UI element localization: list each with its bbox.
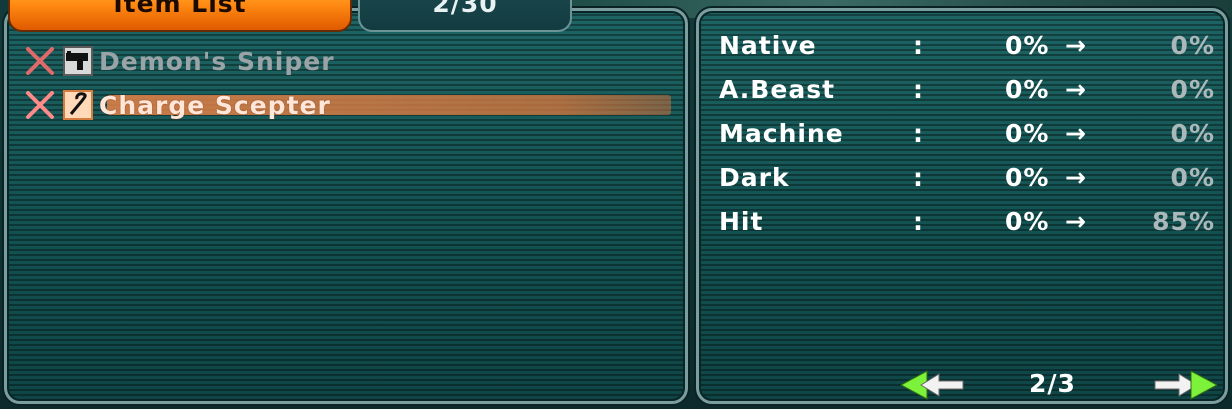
stat-new-value: 0%	[1170, 163, 1215, 192]
stat-colon: :	[913, 207, 924, 236]
stat-row-hit: Hit : 0% → 85%	[719, 207, 1215, 241]
item-list-panel: Demon's Sniper Charge Scepter	[4, 8, 688, 404]
cannot-equip-icon	[23, 88, 57, 122]
stat-row-dark: Dark : 0% → 0%	[719, 163, 1215, 197]
cannot-equip-icon	[23, 44, 57, 78]
stat-label: A.Beast	[719, 75, 836, 104]
item-list-screen: Demon's Sniper Charge Scepter Native : 0…	[0, 0, 1232, 409]
arrow-right-icon: →	[1065, 119, 1087, 148]
stat-new-value: 0%	[1170, 75, 1215, 104]
stats-panel: Native : 0% → 0% A.Beast : 0% → 0% Machi…	[696, 8, 1228, 404]
arrow-right-icon: →	[1065, 163, 1087, 192]
arrow-right-icon[interactable]	[1149, 369, 1219, 401]
item-count-badge: 2/30	[358, 0, 572, 32]
stat-row-machine: Machine : 0% → 0%	[719, 119, 1215, 153]
stat-colon: :	[913, 75, 924, 104]
stat-row-native: Native : 0% → 0%	[719, 31, 1215, 65]
tab-item-list[interactable]: Item List	[8, 0, 352, 32]
tab-label: Item List	[113, 0, 247, 18]
stat-current-value: 0%	[1005, 75, 1050, 104]
cane-icon	[63, 90, 93, 120]
stat-colon: :	[913, 163, 924, 192]
arrow-right-icon: →	[1065, 207, 1087, 236]
stat-label: Machine	[719, 119, 844, 148]
stat-label: Native	[719, 31, 817, 60]
stat-current-value: 0%	[1005, 207, 1050, 236]
arrow-right-icon: →	[1065, 31, 1087, 60]
stat-current-value: 0%	[1005, 163, 1050, 192]
item-count: 2/30	[432, 0, 498, 18]
item-name: Charge Scepter	[99, 90, 331, 120]
stat-colon: :	[913, 31, 924, 60]
list-item-selected[interactable]: Charge Scepter	[23, 87, 671, 123]
item-name: Demon's Sniper	[99, 46, 335, 76]
arrow-right-icon: →	[1065, 75, 1087, 104]
list-item[interactable]: Demon's Sniper	[23, 43, 335, 79]
stat-label: Hit	[719, 207, 764, 236]
stat-colon: :	[913, 119, 924, 148]
stat-new-value: 85%	[1152, 207, 1215, 236]
stat-new-value: 0%	[1170, 31, 1215, 60]
stat-current-value: 0%	[1005, 31, 1050, 60]
gun-icon	[63, 46, 93, 76]
stats-pager: 2/3	[899, 367, 1219, 401]
page-indicator: 2/3	[1029, 369, 1076, 398]
stat-current-value: 0%	[1005, 119, 1050, 148]
stat-row-abeast: A.Beast : 0% → 0%	[719, 75, 1215, 109]
arrow-left-icon[interactable]	[899, 369, 969, 401]
stat-label: Dark	[719, 163, 790, 192]
stat-new-value: 0%	[1170, 119, 1215, 148]
